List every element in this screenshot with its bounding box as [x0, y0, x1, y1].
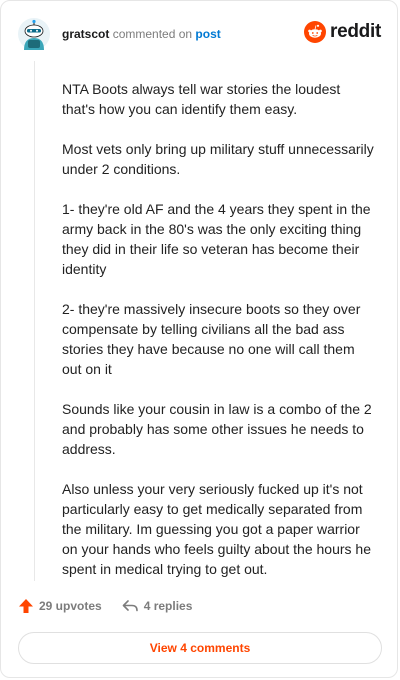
comment-footer: 29 upvotes 4 replies — [18, 598, 192, 614]
comment-header: gratscot commented on post — [62, 26, 221, 42]
comment-paragraph: Also unless your very seriously fucked u… — [62, 481, 371, 577]
username-link[interactable]: gratscot — [62, 27, 109, 41]
reddit-brand[interactable]: reddit — [304, 21, 381, 43]
action-text: commented on — [112, 27, 193, 41]
comment-paragraph: 1- they're old AF and the 4 years they s… — [62, 201, 371, 277]
snoo-avatar-icon — [18, 18, 50, 50]
replies-button[interactable]: 4 replies — [122, 599, 193, 613]
reddit-wordmark: reddit — [330, 21, 381, 42]
view-comments-button[interactable]: View 4 comments — [18, 632, 382, 664]
upvote-button[interactable]: 29 upvotes — [18, 598, 102, 614]
thread-line[interactable] — [34, 61, 35, 581]
comment-paragraph: NTA Boots always tell war stories the lo… — [62, 81, 341, 117]
avatar[interactable] — [18, 18, 50, 50]
replies-count: 4 replies — [143, 599, 193, 613]
reply-arrow-icon — [122, 599, 139, 613]
comment-card: gratscot commented on post reddit NTA Bo… — [0, 0, 398, 678]
comment-paragraph: Most vets only bring up military stuff u… — [62, 141, 374, 177]
upvote-arrow-icon — [18, 598, 34, 614]
comment-paragraph: 2- they're massively insecure boots so t… — [62, 301, 361, 377]
post-link[interactable]: post — [195, 27, 220, 41]
comment-body: NTA Boots always tell war stories the lo… — [62, 79, 377, 599]
reddit-logo-icon — [304, 21, 327, 43]
upvote-count: 29 upvotes — [39, 599, 102, 613]
comment-paragraph: Sounds like your cousin in law is a comb… — [62, 401, 372, 457]
